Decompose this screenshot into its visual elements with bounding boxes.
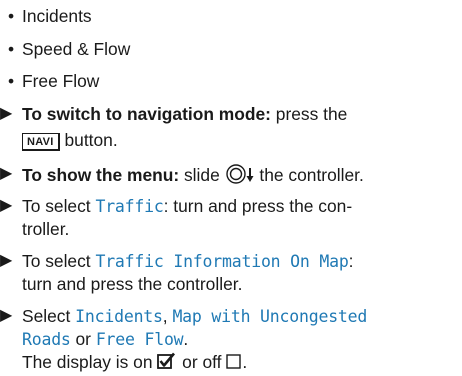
right-triangle-icon: ▶ <box>0 165 13 182</box>
display-state-dot: . <box>242 352 248 372</box>
option-incidents: Incidents <box>75 307 163 326</box>
step-traffic-text: To select <box>22 196 96 216</box>
option-map-uncongested-roads: Roads <box>22 330 71 349</box>
empty-box-icon <box>226 352 242 375</box>
checked-box-icon <box>157 352 177 375</box>
menu-item-traffic: Traffic <box>95 197 164 216</box>
display-state-text: The display is on <box>22 352 158 372</box>
bullet-free-flow: Free Flow <box>22 71 100 91</box>
step-navigation-line1: To switch to navigation mode: press the <box>22 103 347 125</box>
bullet-incidents: Incidents <box>22 6 92 26</box>
right-triangle-icon: ▶ <box>0 105 13 122</box>
step-traffic-text-cont: : turn and press the con- <box>163 196 353 216</box>
step-traffic-line2: troller. <box>22 219 70 239</box>
display-state-text-off: or off <box>177 352 227 372</box>
step-navigation-title: To switch to navigation mode: <box>22 104 271 124</box>
step-info-text: To select <box>22 251 96 271</box>
step-menu-title: To show the menu: <box>22 165 180 185</box>
step-info-colon: : <box>348 251 354 271</box>
right-triangle-icon: ▶ <box>0 197 13 214</box>
manual-page: • Incidents • Speed & Flow • Free Flow ▶… <box>0 0 462 376</box>
step-select-line1: Select Incidents, Map with Uncongested <box>22 305 367 328</box>
step-select-line3: The display is on or off . <box>22 351 247 375</box>
step-select-dot: . <box>183 329 189 349</box>
step-select-line2: Roads or Free Flow. <box>22 328 188 351</box>
bullet-speed-flow: Speed & Flow <box>22 39 131 59</box>
step-select-text: Select <box>22 306 76 326</box>
menu-item-traffic-info-on-map: Traffic Information On Map <box>95 252 349 271</box>
step-navigation-line2: NAVI button. <box>22 129 118 151</box>
step-info-line2: turn and press the controller. <box>22 274 243 294</box>
controller-slide-down-icon <box>225 163 255 190</box>
right-triangle-icon: ▶ <box>0 307 13 324</box>
right-triangle-icon: ▶ <box>0 252 13 269</box>
step-navigation-text-end: button. <box>59 130 118 150</box>
option-free-flow: Free Flow <box>95 330 184 349</box>
navi-key: NAVI <box>22 133 60 151</box>
step-menu-line: To show the menu: slide the controller. <box>22 163 364 190</box>
step-menu-text-end: the controller. <box>254 165 364 185</box>
step-select-or: or <box>70 329 96 349</box>
step-select-comma: , <box>162 306 173 326</box>
step-traffic-line1: To select Traffic: turn and press the co… <box>22 195 352 218</box>
step-info-line1: To select Traffic Information On Map: <box>22 250 353 273</box>
step-navigation-text: press the <box>270 104 348 124</box>
option-map-uncongested: Map with Uncongested <box>172 307 368 326</box>
step-menu-text: slide <box>179 165 225 185</box>
